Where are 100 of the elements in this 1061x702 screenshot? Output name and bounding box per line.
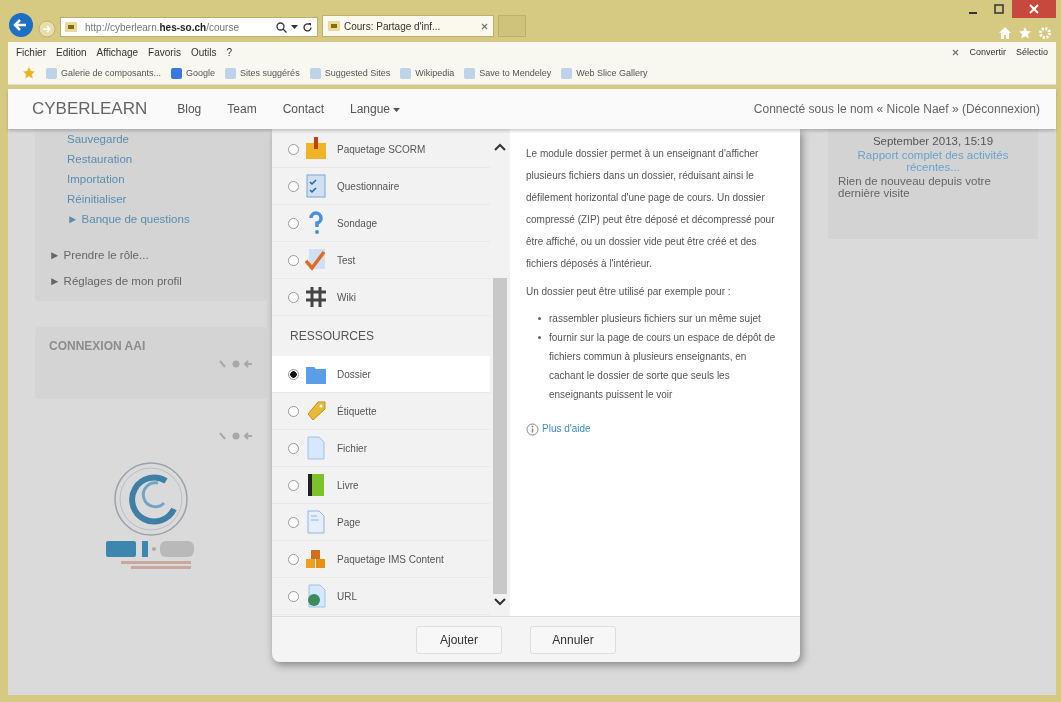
radio-icon: [288, 516, 299, 528]
login-info: Connecté sous le nom « Nicole Naef » (Déconnexion): [753, 102, 1040, 116]
menu-item[interactable]: Affichage: [96, 46, 139, 58]
option-label: Étiquette: [337, 405, 377, 417]
quiz-icon: [305, 174, 327, 198]
ims-icon: [305, 547, 327, 571]
address-field[interactable]: http://cyberlearn.hes-so.ch/course: [60, 17, 318, 37]
activity-option[interactable]: Test: [272, 242, 490, 279]
option-label: URL: [337, 590, 357, 602]
activity-option[interactable]: Fichier: [272, 430, 490, 467]
wiki-icon: [305, 285, 327, 309]
page-icon: [305, 510, 327, 534]
help-link[interactable]: Plus d'aide: [542, 418, 591, 440]
favorite-link[interactable]: Galerie de composants...: [46, 67, 162, 79]
back-icon[interactable]: [8, 12, 34, 38]
option-label: Livre: [337, 479, 359, 491]
option-label: Wiki: [337, 291, 356, 303]
menu-item[interactable]: Fichier: [16, 46, 46, 58]
nav-link[interactable]: Blog: [177, 102, 202, 116]
tree-item[interactable]: ► Réglages de mon profil: [49, 275, 253, 287]
list-item-text: fournir sur la page de cours un espace de dépôt de fichiers commun à plusieurs enseignants, en cachant le dossier de sorte que seuls les enseignants puissent le voir: [549, 331, 777, 402]
nav-link[interactable]: Langue: [350, 102, 401, 116]
activity-option[interactable]: URL: [272, 578, 490, 615]
activity-option[interactable]: Sondage: [272, 205, 490, 242]
radio-icon: [288, 291, 299, 303]
scorm-icon: [305, 137, 327, 161]
option-label: Paquetage SCORM: [337, 143, 426, 155]
url-icon: [305, 584, 327, 608]
favorite-link[interactable]: Web Slice Gallery: [561, 67, 648, 79]
activity-option[interactable]: Livre: [272, 467, 490, 504]
description-text: Un dossier peut être utilisé par exemple pour :: [526, 285, 732, 299]
close-icon: [1029, 4, 1039, 14]
book-icon: [305, 473, 327, 497]
toolbar-button[interactable]: Sélectio: [1015, 47, 1048, 57]
recent-note: Rien de nouveau depuis votre dernière visite: [838, 175, 992, 199]
option-label: Paquetage IMS Content: [337, 553, 444, 565]
radio-icon: [288, 217, 299, 229]
menu-item[interactable]: ?: [226, 46, 233, 58]
toolbar-button[interactable]: Convertir: [969, 47, 1006, 57]
activity-option[interactable]: Page: [272, 504, 490, 541]
activity-option[interactable]: Questionnaire: [272, 168, 490, 205]
site-icon: [328, 21, 340, 31]
recent-date: September 2013, 15:19: [872, 135, 994, 147]
browser-tab[interactable]: Cours: Partage d'inf...: [322, 15, 494, 37]
menu-item[interactable]: Edition: [56, 46, 87, 58]
favorite-link[interactable]: Suggested Sites: [309, 67, 391, 79]
favorite-link[interactable]: Save to Mendeley: [464, 67, 552, 79]
site-brand[interactable]: CYBERLEARN: [32, 99, 148, 119]
menu-item[interactable]: Favoris: [148, 46, 181, 58]
radio-icon: [288, 143, 299, 155]
tab-title: Cours: Partage d'inf...: [344, 20, 441, 32]
site-icon: [65, 22, 77, 32]
star-icon[interactable]: [1018, 26, 1032, 40]
file-icon: [305, 436, 327, 460]
tree-item[interactable]: ► Prendre le rôle...: [49, 249, 253, 261]
close-icon[interactable]: [952, 48, 960, 56]
option-label: Fichier: [337, 442, 367, 454]
dialog-button[interactable]: Ajouter: [416, 625, 502, 654]
radio-icon: [288, 442, 299, 454]
option-label: Questionnaire: [337, 180, 400, 192]
forward-icon[interactable]: [38, 20, 56, 38]
dropdown-caret-icon[interactable]: [291, 25, 298, 29]
activity-option[interactable]: Dossier: [272, 356, 490, 393]
caret-icon: [393, 107, 401, 112]
favorite-link[interactable]: Wikipedia: [400, 67, 455, 79]
option-label: Sondage: [337, 217, 378, 229]
option-label: Test: [337, 254, 356, 266]
radio-icon: [288, 254, 299, 266]
refresh-icon[interactable]: [302, 21, 313, 33]
activity-option[interactable]: Wiki: [272, 279, 490, 316]
description-text: Le module dossier permet à un enseignant d'afficher plusieurs fichiers dans un dossier, réduisant ainsi le défilement horizontal d'une page de cours. Un dossier compressé (ZIP) peut être déposé et décompressé pour être affiché, ou un dossier vide peut être créé et des fichiers déposés à l'intérieur.: [526, 147, 776, 271]
label-icon: [305, 399, 327, 423]
bullet-icon: [538, 317, 541, 320]
test-icon: [305, 248, 327, 272]
radio-icon: [288, 368, 299, 380]
nav-link[interactable]: Team: [227, 102, 257, 116]
favorites-star-icon[interactable]: [22, 66, 36, 80]
radio-icon: [288, 405, 299, 417]
activity-option[interactable]: Paquetage IMS Content: [272, 541, 490, 578]
option-label: Dossier: [337, 368, 371, 380]
scroll-up-icon[interactable]: [494, 143, 506, 151]
section-heading: RESSOURCES: [289, 328, 376, 345]
bullet-icon: [538, 336, 541, 339]
activity-option[interactable]: Paquetage SCORM: [272, 131, 490, 168]
radio-icon: [288, 180, 299, 192]
maximize-icon: [994, 4, 1004, 14]
radio-icon: [288, 479, 299, 491]
favorite-link[interactable]: Sites suggérés: [225, 67, 300, 79]
nav-link[interactable]: Contact: [282, 102, 324, 116]
search-icon[interactable]: [276, 21, 287, 33]
minimize-icon: [969, 12, 977, 14]
dialog-button[interactable]: Annuler: [530, 625, 616, 654]
close-button[interactable]: [1012, 0, 1056, 18]
favorite-link[interactable]: Google: [171, 67, 216, 79]
activity-option[interactable]: Étiquette: [272, 393, 490, 430]
block-title: CONNEXION AAI: [49, 339, 147, 353]
radio-icon: [288, 590, 299, 602]
close-tab-icon[interactable]: [481, 22, 488, 30]
scroll-down-icon[interactable]: [494, 598, 506, 606]
menu-item[interactable]: Outils: [190, 46, 217, 58]
